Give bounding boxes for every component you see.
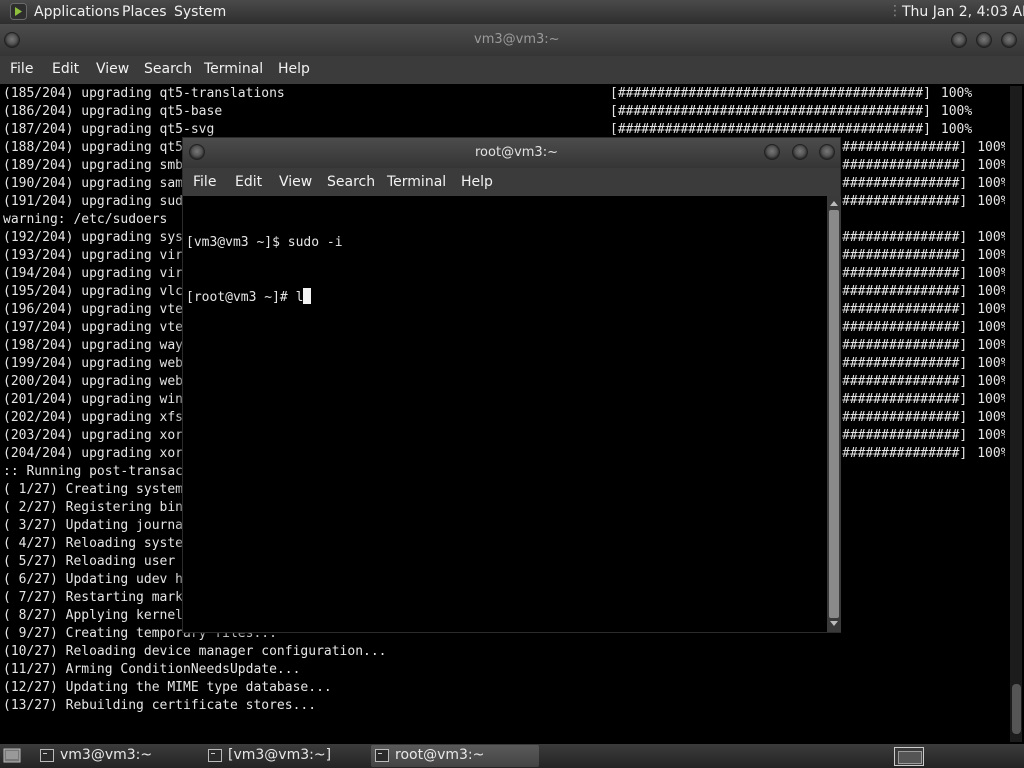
- progress-percent: 100%: [977, 410, 1005, 425]
- window-title: root@vm3:~: [475, 145, 558, 160]
- terminal-icon: [208, 749, 222, 762]
- progress-percent: 100%: [977, 158, 1005, 173]
- menu-search[interactable]: Search: [327, 174, 375, 190]
- taskbar-item-root[interactable]: root@vm3:~: [371, 745, 539, 767]
- menu-terminal[interactable]: Terminal: [387, 174, 446, 190]
- maximize-icon[interactable]: [976, 32, 992, 48]
- applications-menu[interactable]: Applications: [34, 4, 120, 20]
- scroll-down-icon[interactable]: [830, 621, 838, 626]
- clock[interactable]: Thu Jan 2, 4:03 AM: [902, 4, 1024, 20]
- terminal-line: (11/27) Arming ConditionNeedsUpdate...: [3, 662, 301, 677]
- top-panel: Applications Places System ⋮ Thu Jan 2, …: [0, 0, 1024, 24]
- terminal-prompt-line: [root@vm3 ~]# l: [186, 288, 824, 306]
- taskbar-item-label: [vm3@vm3:~]: [228, 747, 332, 763]
- front-terminal-output[interactable]: [vm3@vm3 ~]$ sudo -i [root@vm3 ~]# l: [186, 198, 824, 628]
- back-titlebar[interactable]: vm3@vm3:~: [0, 24, 1024, 56]
- window-menu-icon[interactable]: [4, 32, 20, 48]
- menu-search[interactable]: Search: [144, 61, 192, 77]
- progress-percent: 100%: [977, 356, 1005, 371]
- progress-percent: 100%: [977, 140, 1005, 155]
- menu-help[interactable]: Help: [278, 61, 310, 77]
- minimize-icon[interactable]: [764, 144, 780, 160]
- progress-percent: 100%: [977, 176, 1005, 191]
- back-scrollbar-thumb[interactable]: [1012, 684, 1021, 734]
- progress-percent: 100%: [977, 302, 1005, 317]
- bottom-taskbar: vm3@vm3:~ [vm3@vm3:~] root@vm3:~: [0, 744, 1024, 768]
- close-icon[interactable]: [1001, 32, 1017, 48]
- front-scrollbar-thumb[interactable]: [829, 210, 839, 618]
- progress-percent: 100%: [977, 446, 1005, 461]
- back-scrollbar[interactable]: [1010, 86, 1022, 742]
- window-title: vm3@vm3:~: [474, 32, 560, 47]
- terminal-prompt-text: [root@vm3 ~]# l: [186, 290, 304, 305]
- progress-percent: 100%: [977, 320, 1005, 335]
- progress-percent: 100%: [940, 122, 973, 137]
- panel-separator: ⋮: [888, 3, 902, 19]
- places-menu[interactable]: Places: [122, 4, 167, 20]
- progress-bar: [#######################################…: [610, 104, 931, 119]
- progress-percent: 100%: [940, 86, 973, 101]
- menu-edit[interactable]: Edit: [52, 61, 79, 77]
- menu-file[interactable]: File: [193, 174, 216, 190]
- taskbar-item-label: root@vm3:~: [395, 747, 485, 763]
- progress-bar: [#######################################…: [610, 86, 931, 101]
- progress-percent: 100%: [977, 194, 1005, 209]
- progress-percent: 100%: [977, 392, 1005, 407]
- taskbar-item-label: vm3@vm3:~: [60, 747, 153, 763]
- terminal-line: (12/27) Updating the MIME type database.…: [3, 680, 332, 695]
- menu-view[interactable]: View: [96, 61, 129, 77]
- applications-logo-icon[interactable]: [10, 3, 27, 20]
- terminal-line: [vm3@vm3 ~]$ sudo -i: [186, 235, 343, 250]
- scroll-up-icon[interactable]: [830, 201, 838, 206]
- progress-bar: [#######################################…: [610, 122, 931, 137]
- menu-file[interactable]: File: [10, 61, 33, 77]
- menu-view[interactable]: View: [279, 174, 312, 190]
- terminal-icon: [40, 749, 54, 762]
- workspace-switcher[interactable]: [894, 747, 924, 766]
- progress-percent: 100%: [977, 266, 1005, 281]
- progress-percent: 100%: [977, 284, 1005, 299]
- front-terminal-window: root@vm3:~ File Edit View Search Termina…: [182, 137, 841, 633]
- text-cursor: [303, 288, 312, 304]
- progress-percent: 100%: [977, 338, 1005, 353]
- progress-percent: 100%: [977, 374, 1005, 389]
- close-icon[interactable]: [819, 144, 835, 160]
- terminal-icon: [375, 749, 389, 762]
- front-menubar: File Edit View Search Terminal Help: [183, 168, 840, 196]
- progress-percent: 100%: [977, 248, 1005, 263]
- progress-percent: 100%: [977, 230, 1005, 245]
- menu-help[interactable]: Help: [461, 174, 493, 190]
- terminal-line: (10/27) Reloading device manager configu…: [3, 644, 387, 659]
- taskbar-item-vm3-minimized[interactable]: [vm3@vm3:~]: [204, 745, 368, 767]
- back-menubar: File Edit View Search Terminal Help: [0, 56, 1024, 84]
- taskbar-item-vm3[interactable]: vm3@vm3:~: [36, 745, 198, 767]
- front-titlebar[interactable]: root@vm3:~: [183, 138, 840, 168]
- progress-percent: 100%: [977, 428, 1005, 443]
- menu-terminal[interactable]: Terminal: [204, 61, 263, 77]
- window-menu-icon[interactable]: [189, 144, 205, 160]
- maximize-icon[interactable]: [792, 144, 808, 160]
- menu-edit[interactable]: Edit: [235, 174, 262, 190]
- progress-row: [#######################################…: [610, 103, 1005, 121]
- system-menu[interactable]: System: [174, 4, 226, 20]
- minimize-icon[interactable]: [951, 32, 967, 48]
- show-desktop-icon[interactable]: [3, 747, 21, 765]
- progress-percent: 100%: [940, 104, 973, 119]
- terminal-line: (13/27) Rebuilding certificate stores...: [3, 698, 317, 713]
- progress-row: [#######################################…: [610, 85, 1005, 103]
